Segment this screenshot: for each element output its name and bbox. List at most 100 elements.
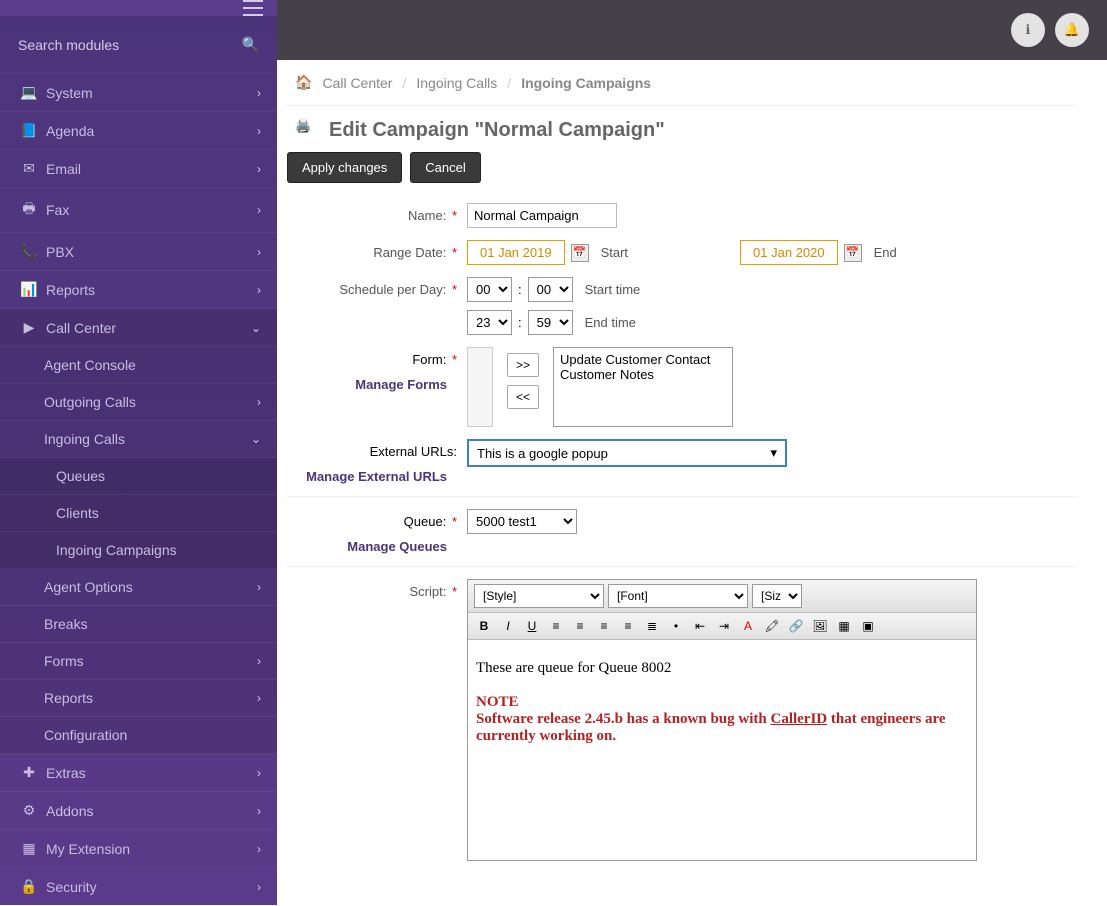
apply-changes-button[interactable]: Apply changes [287, 152, 402, 183]
end-minute-select[interactable]: 59 [528, 310, 573, 335]
editor-content[interactable]: These are queue for Queue 8002 NOTE Soft… [468, 640, 976, 860]
sidebar-item-pbx[interactable]: 📞PBX› [0, 233, 277, 271]
breadcrumb-item[interactable]: Call Center [322, 75, 392, 91]
sidebar-label: Breaks [44, 616, 88, 632]
sidebar-item-reports-cc[interactable]: Reports› [0, 680, 277, 717]
sidebar-label: My Extension [46, 841, 130, 857]
breadcrumb-item[interactable]: Ingoing Calls [416, 75, 497, 91]
schedule-label: Schedule per Day: [339, 282, 446, 297]
name-label: Name: [408, 208, 446, 223]
sidebar-item-forms[interactable]: Forms› [0, 643, 277, 680]
editor-toolbar-2: B I U ≡ ≡ ≡ ≡ ≣ • ⇤ ⇥ A 🖍 [468, 613, 976, 640]
breadcrumb-sep: / [507, 75, 511, 91]
sidebar-item-outgoing-calls[interactable]: Outgoing Calls› [0, 384, 277, 421]
sidebar-label: Addons [46, 803, 93, 819]
sidebar-label: Ingoing Calls [44, 431, 125, 447]
search-icon[interactable]: 🔍 [242, 36, 259, 53]
divider [287, 566, 1077, 567]
image-icon[interactable]: 🖼 [810, 617, 830, 635]
chevron-right-icon: › [257, 245, 261, 259]
underline-icon[interactable]: U [522, 617, 542, 635]
align-center-icon[interactable]: ≡ [570, 617, 590, 635]
breadcrumb-current: Ingoing Campaigns [521, 75, 651, 91]
sidebar-label: Agent Console [44, 357, 136, 373]
end-hour-select[interactable]: 23 [467, 310, 512, 335]
queue-select[interactable]: 5000 test1 [467, 509, 577, 534]
home-icon[interactable]: 🏠 [295, 74, 312, 91]
script-note-heading: NOTE [476, 694, 968, 711]
external-url-select[interactable]: This is a google popup ▾ [467, 439, 787, 467]
manage-external-urls-link[interactable]: Manage External URLs [306, 465, 457, 484]
start-hour-select[interactable]: 00 [467, 277, 512, 302]
sidebar-item-agenda[interactable]: 📘Agenda› [0, 112, 277, 150]
style-select[interactable]: [Style] [474, 584, 604, 608]
sidebar-item-ingoing-calls[interactable]: Ingoing Calls ⌄ [0, 421, 277, 458]
source-icon[interactable]: ▣ [858, 617, 878, 635]
sidebar-item-call-center[interactable]: ▶Call Center⌄ [0, 309, 277, 347]
breadcrumb: 🏠 Call Center / Ingoing Calls / Ingoing … [287, 60, 1077, 106]
align-left-icon[interactable]: ≡ [546, 617, 566, 635]
form-selected-list[interactable]: Update Customer Contact Customer Notes [553, 347, 733, 427]
align-justify-icon[interactable]: ≡ [618, 617, 638, 635]
bold-icon[interactable]: B [474, 617, 494, 635]
sidebar-item-email[interactable]: ✉Email› [0, 150, 277, 188]
sidebar-item-fax[interactable]: 🖶Fax› [0, 188, 277, 233]
search-row[interactable]: Search modules 🔍 [0, 16, 277, 74]
form-option-2[interactable]: Customer Notes [560, 367, 726, 382]
shuttle-remove-button[interactable]: << [507, 385, 539, 409]
hamburger-icon[interactable] [243, 0, 263, 16]
italic-icon[interactable]: I [498, 617, 518, 635]
chevron-right-icon: › [257, 395, 261, 409]
sidebar-item-clients[interactable]: Clients [0, 495, 277, 532]
sidebar-item-extras[interactable]: ✚Extras› [0, 754, 277, 792]
font-select[interactable]: [Font] [608, 584, 748, 608]
plus-icon: ✚ [18, 764, 40, 781]
link-icon[interactable]: 🔗 [786, 617, 806, 635]
manage-queues-link[interactable]: Manage Queues [347, 535, 457, 554]
sidebar-item-reports[interactable]: 📊Reports› [0, 271, 277, 309]
text-color-icon[interactable]: A [738, 617, 758, 635]
sidebar-item-addons[interactable]: ⚙Addons› [0, 792, 277, 830]
outdent-icon[interactable]: ⇤ [690, 617, 710, 635]
script-note-body: Software release 2.45.b has a known bug … [476, 711, 968, 745]
sidebar-item-ingoing-campaigns[interactable]: Ingoing Campaigns [0, 532, 277, 569]
sidebar-item-security[interactable]: 🔒Security› [0, 868, 277, 906]
cancel-button[interactable]: Cancel [410, 152, 480, 183]
ordered-list-icon[interactable]: ≣ [642, 617, 662, 635]
sidebar-item-agent-options[interactable]: Agent Options› [0, 569, 277, 606]
sidebar-item-queues[interactable]: Queues [0, 458, 277, 495]
sidebar-item-configuration[interactable]: Configuration [0, 717, 277, 754]
info-button[interactable]: ℹ [1011, 13, 1045, 47]
form-source-list[interactable] [467, 347, 493, 427]
table-icon[interactable]: ▦ [834, 617, 854, 635]
sidebar-item-breaks[interactable]: Breaks [0, 606, 277, 643]
manage-forms-link[interactable]: Manage Forms [355, 373, 457, 392]
calendar-icon[interactable]: 📅 [571, 244, 589, 262]
end-date-input[interactable]: 01 Jan 2020 [740, 240, 838, 265]
indent-icon[interactable]: ⇥ [714, 617, 734, 635]
grid-icon: ▦ [18, 840, 40, 857]
chevron-right-icon: › [257, 203, 261, 217]
chevron-down-icon: ▾ [770, 445, 777, 461]
divider [287, 496, 1077, 497]
chevron-down-icon: ⌄ [251, 321, 261, 335]
align-right-icon[interactable]: ≡ [594, 617, 614, 635]
sidebar-item-system[interactable]: 💻System› [0, 74, 277, 112]
sidebar-label: Agent Options [44, 579, 133, 595]
start-date-input[interactable]: 01 Jan 2019 [467, 240, 565, 265]
sidebar-item-agent-console[interactable]: Agent Console [0, 347, 277, 384]
required-mark: * [452, 514, 457, 529]
unordered-list-icon[interactable]: • [666, 617, 686, 635]
start-minute-select[interactable]: 00 [528, 277, 573, 302]
calendar-icon[interactable]: 📅 [844, 244, 862, 262]
sidebar-item-my-extension[interactable]: ▦My Extension› [0, 830, 277, 868]
chevron-down-icon: ⌄ [251, 432, 261, 446]
size-select[interactable]: [Size] [752, 584, 802, 608]
sidebar-label: Fax [46, 202, 69, 218]
name-input[interactable] [467, 203, 617, 228]
info-icon: ℹ [1026, 22, 1031, 38]
bg-color-icon[interactable]: 🖍 [762, 617, 782, 635]
shuttle-add-button[interactable]: >> [507, 353, 539, 377]
form-option-1[interactable]: Update Customer Contact [560, 352, 726, 367]
notifications-button[interactable]: 🔔 [1055, 13, 1089, 47]
